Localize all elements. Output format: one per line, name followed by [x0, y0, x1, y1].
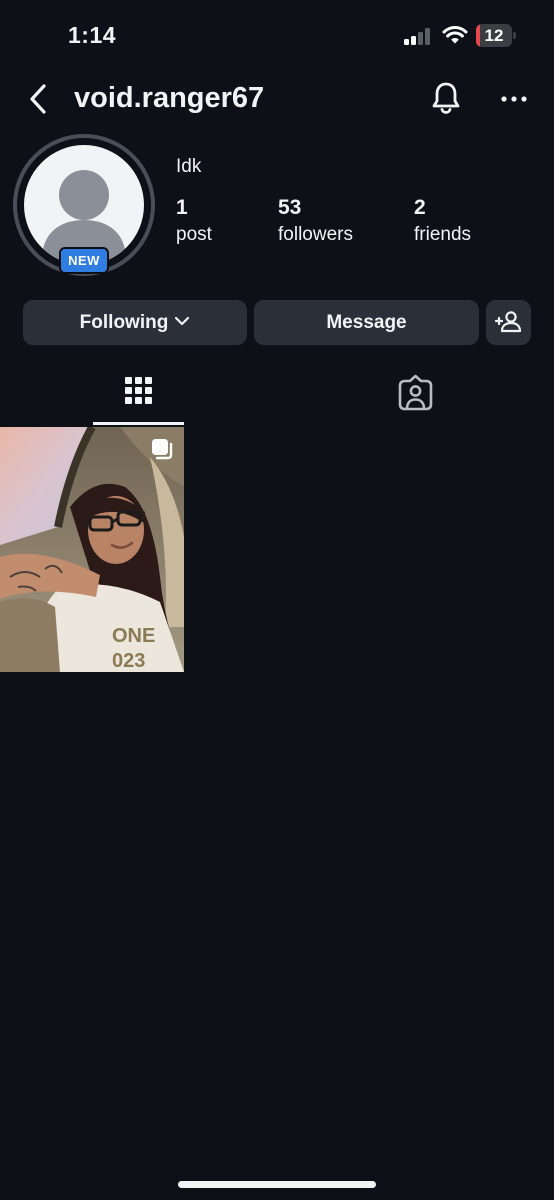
svg-text:023: 023 [112, 650, 145, 672]
battery-icon: 12 [476, 24, 516, 47]
stat-friends-count: 2 [414, 196, 426, 219]
message-button[interactable]: Message [254, 300, 479, 345]
profile-bio: Idk [176, 156, 202, 177]
following-button[interactable]: Following [23, 300, 247, 345]
tagged-person-icon [398, 374, 433, 411]
chevron-down-icon [175, 317, 190, 326]
grid-icon [125, 377, 152, 404]
status-time: 1:14 [68, 22, 117, 48]
profile-username: void.ranger67 [74, 82, 265, 114]
message-label: Message [326, 312, 407, 333]
tab-posts-grid[interactable] [93, 366, 184, 425]
chevron-left-icon[interactable] [26, 82, 52, 116]
svg-text:ONE: ONE [112, 625, 155, 647]
stat-friends-label: friends [414, 224, 472, 245]
new-badge: NEW [59, 247, 109, 274]
wifi-icon [442, 26, 468, 44]
stat-posts[interactable]: 1 post [176, 196, 212, 246]
home-indicator[interactable] [178, 1181, 376, 1188]
stat-followers-label: followers [278, 224, 353, 245]
cellular-signal-icon [404, 27, 434, 45]
bell-icon[interactable] [430, 80, 462, 116]
battery-level: 12 [484, 26, 504, 45]
status-bar: 1:14 12 [0, 0, 554, 72]
post-thumbnail[interactable]: ONE 023 [0, 427, 184, 672]
stat-followers-count: 53 [278, 196, 302, 219]
stat-followers[interactable]: 53 followers [278, 196, 353, 246]
post-photo: ONE 023 [0, 427, 184, 672]
tab-tagged[interactable] [370, 366, 461, 425]
stat-friends[interactable]: 2 friends [414, 196, 471, 246]
stat-posts-label: post [176, 224, 212, 245]
multiple-posts-icon [152, 439, 173, 460]
stat-posts-count: 1 [176, 196, 188, 219]
add-user-icon [494, 311, 522, 333]
add-user-button[interactable] [486, 300, 531, 345]
following-label: Following [79, 312, 169, 333]
profile-screen: 1:14 12 void.ranger67 NEW Idk 1 post 53 … [0, 0, 554, 1200]
profile-header: void.ranger67 [0, 72, 554, 128]
more-horizontal-icon[interactable] [500, 88, 528, 110]
